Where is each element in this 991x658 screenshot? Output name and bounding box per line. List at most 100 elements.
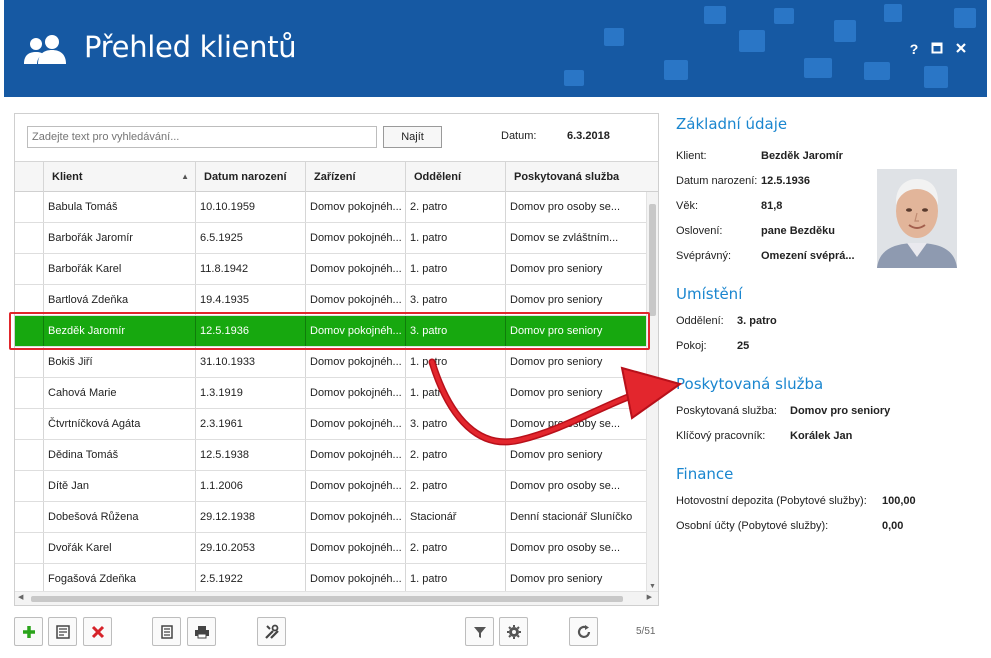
scroll-thumb[interactable] bbox=[649, 204, 656, 316]
scroll-right-icon[interactable]: ▶ bbox=[647, 593, 652, 601]
row-indicator-cell[interactable] bbox=[15, 285, 43, 315]
help-button[interactable]: ? bbox=[905, 40, 923, 58]
table-cell: 2. patro bbox=[405, 533, 505, 563]
scroll-thumb[interactable] bbox=[31, 596, 623, 602]
table-cell: Domov pokojnéh... bbox=[305, 564, 405, 591]
header-pattern bbox=[774, 8, 794, 24]
department-label: Oddělení: bbox=[676, 315, 724, 327]
maximize-button[interactable] bbox=[928, 40, 946, 58]
table-cell: Domov pro seniory bbox=[505, 564, 646, 591]
delete-button[interactable] bbox=[83, 617, 112, 646]
add-icon bbox=[22, 625, 35, 638]
table-cell: Babula Tomáš bbox=[43, 192, 195, 222]
maximize-icon bbox=[931, 42, 943, 54]
row-indicator-cell[interactable] bbox=[15, 378, 43, 408]
search-input[interactable] bbox=[27, 126, 377, 148]
table-row[interactable]: Babula Tomáš 10.10.1959 Domov pokojnéh... 2… bbox=[15, 192, 646, 223]
table-cell: Fogašová Zdeňka bbox=[43, 564, 195, 591]
table-cell: Domov pokojnéh... bbox=[305, 192, 405, 222]
row-indicator-cell[interactable] bbox=[15, 347, 43, 377]
table-cell: Denní stacionář Sluníčko bbox=[505, 502, 646, 532]
deposit-value: 100,00 bbox=[882, 495, 916, 507]
row-indicator-cell[interactable] bbox=[15, 192, 43, 222]
table-row[interactable]: Fogašová Zdeňka 2.5.1922 Domov pokojnéh...… bbox=[15, 564, 646, 591]
salutation-label: Oslovení: bbox=[676, 225, 723, 237]
room-label: Pokoj: bbox=[676, 340, 707, 352]
table-row[interactable]: Cahová Marie 1.3.1919 Domov pokojnéh... 1. … bbox=[15, 378, 646, 409]
column-label: Klient bbox=[52, 171, 83, 183]
column-header-department[interactable]: Oddělení bbox=[405, 162, 505, 192]
table-row[interactable]: Barbořák Karel 11.8.1942 Domov pokojnéh...… bbox=[15, 254, 646, 285]
refresh-button[interactable] bbox=[569, 617, 598, 646]
column-header-service[interactable]: Poskytovaná služba bbox=[505, 162, 646, 192]
print-icon bbox=[194, 625, 209, 638]
row-indicator-cell[interactable] bbox=[15, 440, 43, 470]
edit-icon bbox=[55, 624, 70, 639]
header-pattern bbox=[704, 6, 726, 24]
filter-button[interactable] bbox=[465, 617, 494, 646]
scroll-left-icon[interactable]: ◀ bbox=[18, 593, 23, 601]
close-icon bbox=[956, 43, 966, 53]
table-row[interactable]: Dvořák Karel 29.10.2053 Domov pokojnéh... 2… bbox=[15, 533, 646, 564]
report-icon bbox=[160, 624, 173, 639]
row-indicator-cell[interactable] bbox=[15, 471, 43, 501]
row-indicator-cell[interactable] bbox=[15, 223, 43, 253]
header-pattern bbox=[924, 66, 948, 88]
settings-icon bbox=[506, 624, 521, 639]
row-indicator-cell[interactable] bbox=[15, 564, 43, 591]
table-cell: 29.12.1938 bbox=[195, 502, 305, 532]
print-button[interactable] bbox=[187, 617, 216, 646]
section-title-service: Poskytovaná služba bbox=[676, 375, 824, 393]
close-button[interactable] bbox=[952, 40, 970, 58]
app-header: Přehled klientů ? bbox=[4, 0, 987, 97]
table-cell: Domov pokojnéh... bbox=[305, 533, 405, 563]
edit-button[interactable] bbox=[48, 617, 77, 646]
client-grid: Klient ▲ Datum narození Zařízení Oddělen… bbox=[15, 161, 658, 591]
table-cell: 2.5.1922 bbox=[195, 564, 305, 591]
column-header-client[interactable]: Klient ▲ bbox=[43, 162, 195, 192]
table-row[interactable]: Barbořák Jaromír 6.5.1925 Domov pokojnéh..… bbox=[15, 223, 646, 254]
horizontal-scrollbar[interactable]: ◀ ▶ bbox=[15, 591, 658, 605]
competence-label: Svéprávný: bbox=[676, 250, 732, 262]
search-button[interactable]: Najít bbox=[383, 126, 442, 148]
grid-header: Klient ▲ Datum narození Zařízení Oddělen… bbox=[15, 162, 658, 192]
row-indicator-cell[interactable] bbox=[15, 409, 43, 439]
accounts-value: 0,00 bbox=[882, 520, 904, 532]
sort-ascending-icon: ▲ bbox=[181, 172, 189, 181]
table-cell: 1.3.1919 bbox=[195, 378, 305, 408]
table-cell: Domov pro osoby se... bbox=[505, 409, 646, 439]
department-value: 3. patro bbox=[737, 315, 777, 327]
table-cell: Domov pokojnéh... bbox=[305, 440, 405, 470]
date-value: 6.3.2018 bbox=[567, 130, 610, 142]
table-cell: 1. patro bbox=[405, 378, 505, 408]
table-cell: 2.3.1961 bbox=[195, 409, 305, 439]
table-row[interactable]: Bokiš Jiří 31.10.1933 Domov pokojnéh... 1. … bbox=[15, 347, 646, 378]
table-cell: 11.8.1942 bbox=[195, 254, 305, 284]
scroll-down-icon[interactable]: ▼ bbox=[649, 583, 656, 590]
tools-button[interactable] bbox=[257, 617, 286, 646]
section-title-basic: Základní údaje bbox=[676, 115, 788, 133]
header-pattern bbox=[884, 4, 902, 22]
column-header-facility[interactable]: Zařízení bbox=[305, 162, 405, 192]
table-cell: Bartlová Zdeňka bbox=[43, 285, 195, 315]
table-row[interactable]: Dobešová Růžena 29.12.1938 Domov pokojnéh.… bbox=[15, 502, 646, 533]
row-indicator-cell[interactable] bbox=[15, 533, 43, 563]
table-cell: 1. patro bbox=[405, 347, 505, 377]
table-row[interactable]: Dítě Jan 1.1.2006 Domov pokojnéh... 2. patr… bbox=[15, 471, 646, 502]
table-row[interactable]: Dědina Tomáš 12.5.1938 Domov pokojnéh... 2.… bbox=[15, 440, 646, 471]
row-indicator-cell[interactable] bbox=[15, 502, 43, 532]
table-cell: 19.4.1935 bbox=[195, 285, 305, 315]
row-indicator-cell[interactable] bbox=[15, 254, 43, 284]
delete-icon bbox=[91, 625, 104, 638]
add-button[interactable] bbox=[14, 617, 43, 646]
header-pattern bbox=[804, 58, 832, 78]
table-cell: Domov pokojnéh... bbox=[305, 285, 405, 315]
table-cell: Domov pro osoby se... bbox=[505, 533, 646, 563]
table-cell: Domov pro seniory bbox=[505, 378, 646, 408]
table-row[interactable]: Čtvrtníčková Agáta 2.3.1961 Domov pokojnéh… bbox=[15, 409, 646, 440]
report-button[interactable] bbox=[152, 617, 181, 646]
table-cell: 1. patro bbox=[405, 564, 505, 591]
column-header-dob[interactable]: Datum narození bbox=[195, 162, 305, 192]
settings-button[interactable] bbox=[499, 617, 528, 646]
vertical-scrollbar[interactable]: ▼ bbox=[646, 192, 658, 591]
